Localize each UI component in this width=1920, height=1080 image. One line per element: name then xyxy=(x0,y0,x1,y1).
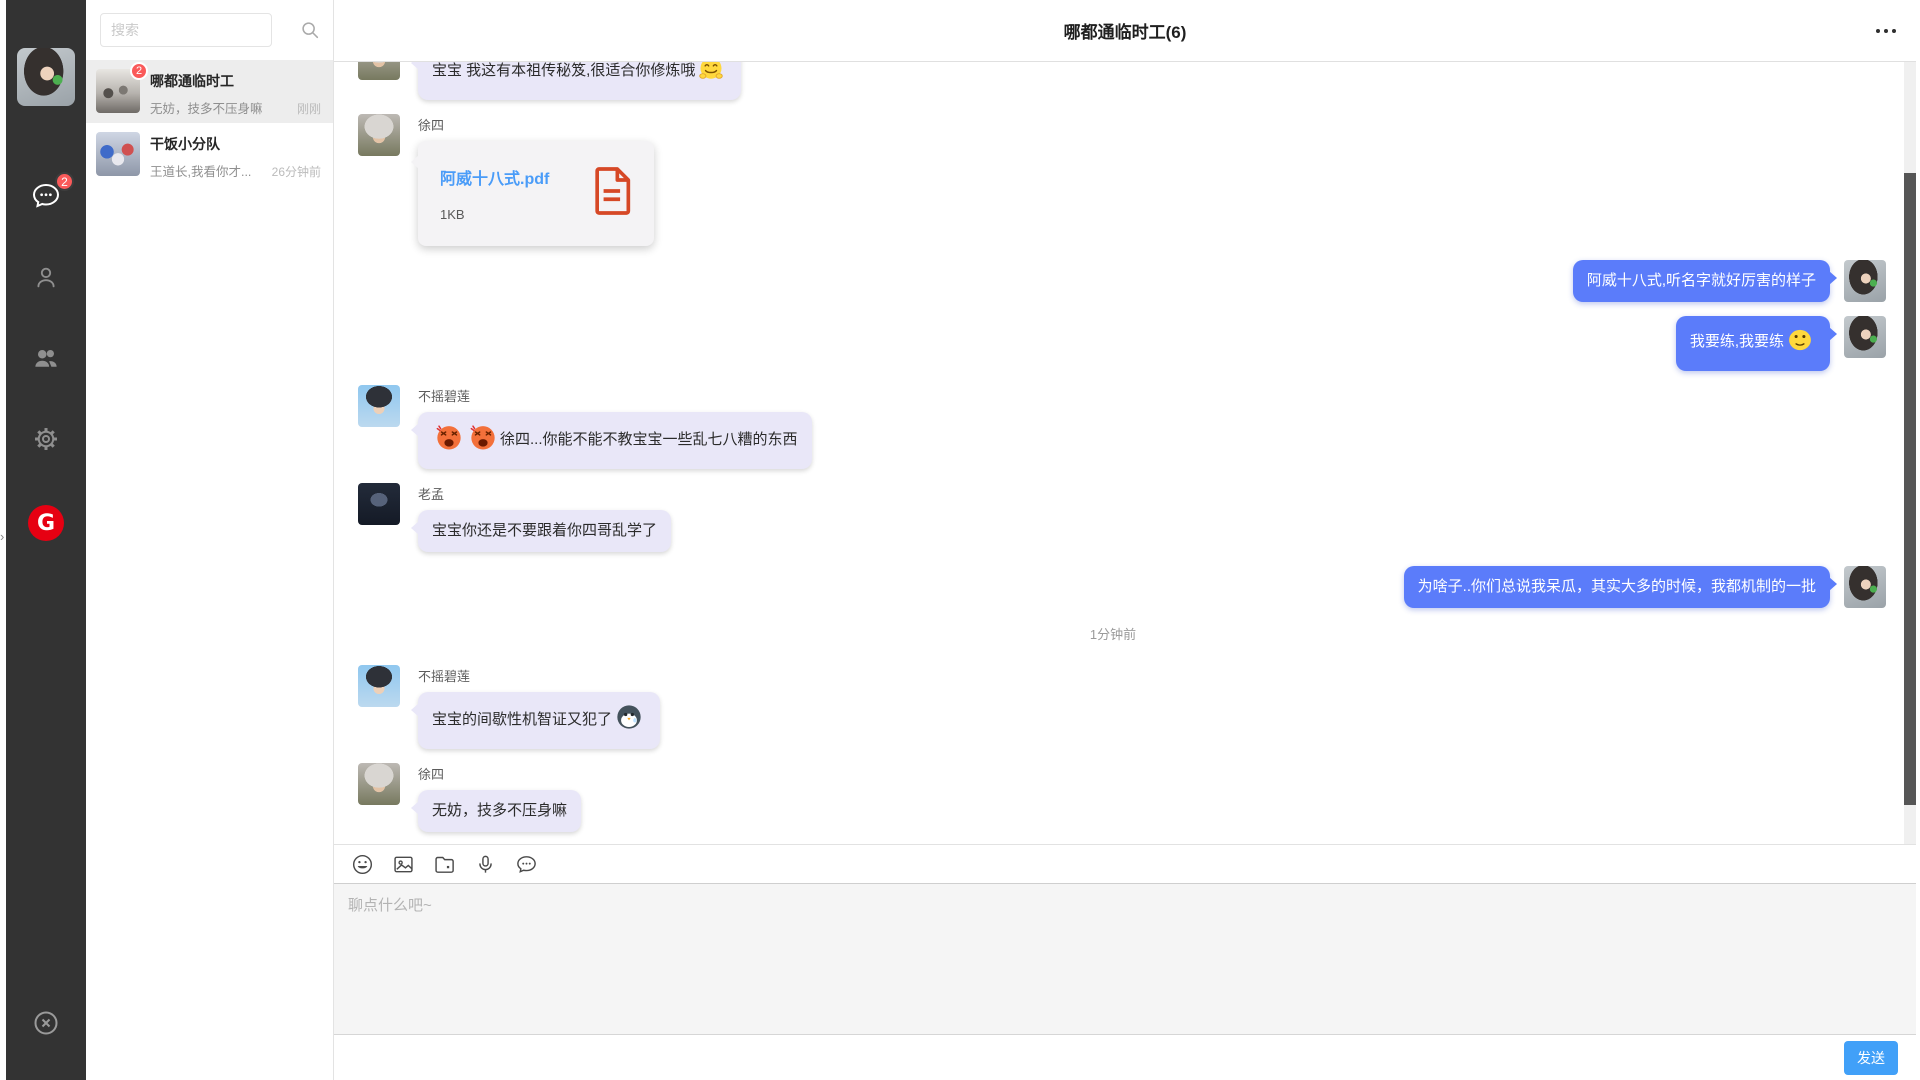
nav-app-logo[interactable]: G xyxy=(28,505,64,541)
message-bubble: 宝宝 我这有本祖传秘笈,很适合你修炼哦 xyxy=(418,62,741,100)
microphone-icon[interactable] xyxy=(473,852,497,876)
conversation-title: 哪都通临时工(6) xyxy=(1064,18,1187,43)
enraged-face-emoji xyxy=(468,422,498,459)
enraged-face-emoji xyxy=(434,422,464,459)
chat-preview: 王道长,我看你才... xyxy=(150,161,268,180)
self-avatar[interactable] xyxy=(1844,316,1886,358)
penguin-emoji xyxy=(614,702,644,739)
self-avatar[interactable] xyxy=(1844,566,1886,608)
message-outgoing: 阿威十八式,听名字就好厉害的样子 xyxy=(358,260,1916,302)
current-user-avatar[interactable] xyxy=(17,48,75,106)
search-icon[interactable] xyxy=(299,19,321,41)
more-options-icon[interactable] xyxy=(1874,23,1898,39)
sender-name: 不摇碧莲 xyxy=(418,666,660,685)
nav-logout-button[interactable] xyxy=(28,1007,64,1043)
sender-avatar[interactable] xyxy=(358,385,400,427)
group-avatar: 2 xyxy=(96,69,140,113)
message-incoming: 徐四 无妨，技多不压身嘛 xyxy=(358,763,1916,832)
image-upload-icon[interactable] xyxy=(391,852,415,876)
file-attachment-card[interactable]: 阿威十八式.pdf 1KB xyxy=(418,141,654,246)
composer-area xyxy=(334,883,1916,1035)
self-avatar[interactable] xyxy=(1844,260,1886,302)
nav-rail: 2 G xyxy=(6,0,86,1080)
message-bubble: 无妨，技多不压身嘛 xyxy=(418,790,581,832)
search-row xyxy=(86,0,333,60)
chat-time: 26分钟前 xyxy=(272,163,321,180)
conversation-header: 哪都通临时工(6) xyxy=(334,0,1916,62)
sender-avatar[interactable] xyxy=(358,114,400,156)
message-incoming: 老孟 宝宝你还是不要跟着你四哥乱学了 xyxy=(358,483,1916,552)
message-outgoing: 为啥子..你们总说我呆瓜，其实大多的时候，我都机制的一批 xyxy=(358,566,1916,608)
conversation-panel: 哪都通临时工(6) 宝宝 我这有本祖传秘笈,很适合你修炼哦 徐四 xyxy=(334,0,1916,1080)
chat-application-window: 2 G › xyxy=(0,0,1920,1080)
chat-preview: 无妨，技多不压身嘛 xyxy=(150,98,293,117)
search-input[interactable] xyxy=(100,13,272,47)
nav-chats-button[interactable]: 2 xyxy=(28,180,64,216)
message-incoming: 不摇碧莲 宝宝的间歇性机智证又犯了 xyxy=(358,665,1916,749)
message-input[interactable] xyxy=(334,884,1916,1034)
sender-avatar[interactable] xyxy=(358,62,400,80)
group-people-icon xyxy=(31,343,61,378)
chat-list-panel: 2 哪都通临时工 无妨，技多不压身嘛 刚刚 干饭小分队 王道长,我看你才... … xyxy=(86,0,334,1080)
pdf-document-icon xyxy=(588,165,632,222)
sender-name: 老孟 xyxy=(418,484,671,503)
chat-history-icon[interactable] xyxy=(514,852,538,876)
message-bubble: 宝宝的间歇性机智证又犯了 xyxy=(418,692,660,749)
scrollbar-thumb[interactable] xyxy=(1904,173,1916,805)
chat-title: 干饭小分队 xyxy=(150,134,321,154)
chat-time: 刚刚 xyxy=(297,100,321,117)
sender-name: 不摇碧莲 xyxy=(418,386,812,405)
message-bubble: 阿威十八式,听名字就好厉害的样子 xyxy=(1573,260,1830,302)
collapse-panel-arrow[interactable]: › xyxy=(0,528,8,546)
file-folder-icon[interactable] xyxy=(432,852,456,876)
person-icon xyxy=(32,263,60,296)
message-outgoing: 我要练,我要练 xyxy=(358,316,1916,371)
emoji-picker-icon[interactable] xyxy=(350,852,374,876)
group-avatar xyxy=(96,132,140,176)
time-divider: 1分钟前 xyxy=(358,624,1868,643)
message-incoming: 不摇碧莲 徐四...你能不能不教宝宝一些乱七八糟的东西 xyxy=(358,385,1916,469)
message-bubble: 徐四...你能不能不教宝宝一些乱七八糟的东西 xyxy=(418,412,812,469)
file-name-link[interactable]: 阿威十八式.pdf xyxy=(440,165,588,189)
unread-count-badge: 2 xyxy=(55,172,74,191)
message-file: 徐四 阿威十八式.pdf 1KB xyxy=(358,114,1916,246)
file-size: 1KB xyxy=(440,207,588,222)
sender-avatar[interactable] xyxy=(358,763,400,805)
unread-badge: 2 xyxy=(130,62,148,80)
nav-groups-button[interactable] xyxy=(28,342,64,378)
sender-avatar[interactable] xyxy=(358,483,400,525)
message-incoming: 宝宝 我这有本祖传秘笈,很适合你修炼哦 xyxy=(358,62,1916,100)
sender-name: 徐四 xyxy=(418,115,654,134)
hugging-face-emoji xyxy=(697,62,725,90)
melting-face-emoji xyxy=(1786,326,1814,361)
message-bubble: 为啥子..你们总说我呆瓜，其实大多的时候，我都机制的一批 xyxy=(1404,566,1830,608)
gear-icon xyxy=(32,425,60,458)
nav-settings-button[interactable] xyxy=(28,423,64,459)
chat-list-item-nadutong[interactable]: 2 哪都通临时工 无妨，技多不压身嘛 刚刚 xyxy=(86,60,333,123)
chat-title: 哪都通临时工 xyxy=(150,71,321,91)
message-list: 宝宝 我这有本祖传秘笈,很适合你修炼哦 徐四 阿威十八式.pdf 1KB xyxy=(334,62,1916,844)
send-row: 发送 xyxy=(334,1035,1916,1080)
composer-toolbar xyxy=(334,844,1916,883)
sender-name: 徐四 xyxy=(418,764,581,783)
message-bubble: 我要练,我要练 xyxy=(1676,316,1830,371)
message-bubble: 宝宝你还是不要跟着你四哥乱学了 xyxy=(418,510,671,552)
sender-avatar[interactable] xyxy=(358,665,400,707)
nav-contacts-button[interactable] xyxy=(28,261,64,297)
g-logo-icon: G xyxy=(28,505,64,541)
chat-list-item-ganfan[interactable]: 干饭小分队 王道长,我看你才... 26分钟前 xyxy=(86,123,333,186)
close-circle-icon xyxy=(31,1008,61,1043)
send-button[interactable]: 发送 xyxy=(1844,1041,1898,1075)
scrollbar-track[interactable] xyxy=(1904,62,1916,844)
